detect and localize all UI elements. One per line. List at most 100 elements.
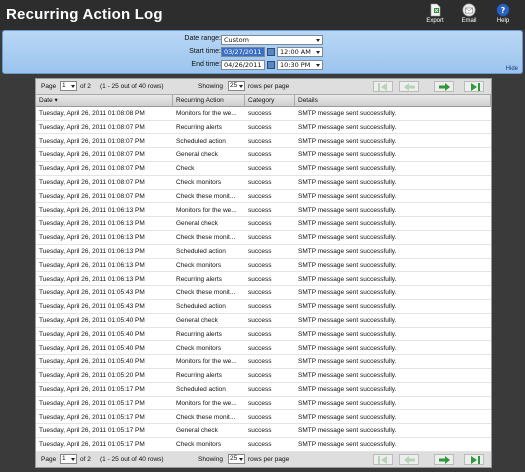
calendar-icon[interactable] bbox=[267, 48, 275, 56]
page-label: Page bbox=[41, 456, 57, 463]
cell-recurring-action: Check monitors bbox=[176, 261, 222, 269]
rows-per-page-label: rows per page bbox=[248, 456, 290, 463]
table-row[interactable]: Tuesday, April 26, 2011 01:05:17 PM Sched… bbox=[36, 383, 491, 397]
table-row[interactable]: Tuesday, April 26, 2011 01:05:17 PM Gener… bbox=[36, 424, 491, 438]
cell-category: success bbox=[248, 220, 272, 228]
hide-filters-link[interactable]: Hide bbox=[506, 66, 518, 72]
last-page-button[interactable] bbox=[464, 454, 484, 465]
cell-details: SMTP message sent successfully. bbox=[298, 330, 397, 338]
cell-recurring-action: Check these monit... bbox=[176, 289, 236, 297]
table-row[interactable]: Tuesday, April 26, 2011 01:05:40 PM Gener… bbox=[36, 314, 491, 328]
table-row[interactable]: Tuesday, April 26, 2011 01:05:17 PM Check… bbox=[36, 411, 491, 425]
table-body: Tuesday, April 26, 2011 01:08:08 PM Monit… bbox=[36, 107, 491, 452]
end-time-label: End time: bbox=[191, 61, 221, 68]
cell-category: success bbox=[248, 399, 272, 407]
cell-category: success bbox=[248, 427, 272, 435]
first-page-button[interactable] bbox=[373, 81, 393, 92]
table-row[interactable]: Tuesday, April 26, 2011 01:06:13 PM Sched… bbox=[36, 245, 491, 259]
rows-per-page-select[interactable]: 25 bbox=[228, 81, 245, 91]
email-icon bbox=[462, 3, 476, 17]
cell-recurring-action: General check bbox=[176, 317, 218, 324]
table-row[interactable]: Tuesday, April 26, 2011 01:06:13 PM Recur… bbox=[36, 273, 491, 287]
cell-date: Tuesday, April 26, 2011 01:05:20 PM bbox=[39, 372, 145, 380]
cell-date: Tuesday, April 26, 2011 01:08:07 PM bbox=[39, 123, 145, 131]
cell-category: success bbox=[248, 110, 272, 117]
cell-category: success bbox=[248, 344, 272, 352]
table-row[interactable]: Tuesday, April 26, 2011 01:08:07 PM Check… bbox=[36, 176, 491, 190]
last-page-button[interactable] bbox=[464, 81, 484, 92]
cell-category: success bbox=[248, 441, 272, 449]
help-label: Help bbox=[496, 18, 510, 24]
column-header-details[interactable]: Details bbox=[295, 95, 491, 107]
cell-recurring-action: Check these monit... bbox=[176, 234, 236, 242]
cell-details: SMTP message sent successfully. bbox=[298, 317, 397, 324]
first-page-icon bbox=[378, 456, 387, 464]
table-row[interactable]: Tuesday, April 26, 2011 01:08:07 PM Check… bbox=[36, 190, 491, 204]
chevron-down-icon bbox=[316, 51, 320, 54]
last-page-icon bbox=[471, 83, 480, 91]
table-row[interactable]: Tuesday, April 26, 2011 01:08:07 PM Gener… bbox=[36, 148, 491, 162]
column-header-recurring-action[interactable]: Recurring Action bbox=[173, 95, 245, 107]
next-page-icon bbox=[439, 456, 450, 464]
email-button[interactable]: Email bbox=[454, 3, 484, 29]
cell-recurring-action: Recurring alerts bbox=[176, 330, 222, 338]
date-range-select[interactable]: Custom bbox=[221, 35, 323, 45]
table-row[interactable]: Tuesday, April 26, 2011 01:05:43 PM Sched… bbox=[36, 300, 491, 314]
help-button[interactable]: ? Help bbox=[488, 3, 518, 29]
page-title: Recurring Action Log bbox=[6, 6, 163, 23]
cell-recurring-action: Check these monit... bbox=[176, 413, 236, 421]
column-header-category[interactable]: Category bbox=[245, 95, 295, 107]
cell-recurring-action: Recurring alerts bbox=[176, 372, 222, 380]
export-button[interactable]: Export bbox=[420, 3, 450, 29]
table-row[interactable]: Tuesday, April 26, 2011 01:05:40 PM Check… bbox=[36, 342, 491, 356]
rows-per-page-select[interactable]: 25 bbox=[228, 454, 245, 464]
next-page-button[interactable] bbox=[434, 81, 454, 92]
end-time-select[interactable]: 10:30 PM bbox=[277, 60, 323, 70]
page-value: 1 bbox=[62, 82, 66, 89]
table-row[interactable]: Tuesday, April 26, 2011 01:08:07 PM Recur… bbox=[36, 121, 491, 135]
pager-top: Page 1 of 2 (1 - 25 out of 40 rows) Show… bbox=[36, 79, 491, 94]
export-icon bbox=[430, 3, 441, 17]
start-time-select[interactable]: 12:00 AM bbox=[277, 47, 323, 57]
cell-date: Tuesday, April 26, 2011 01:08:07 PM bbox=[39, 151, 145, 159]
table-row[interactable]: Tuesday, April 26, 2011 01:05:20 PM Recur… bbox=[36, 369, 491, 383]
chevron-down-icon bbox=[316, 39, 320, 42]
calendar-icon[interactable] bbox=[267, 61, 275, 69]
cell-recurring-action: Check these monit... bbox=[176, 192, 236, 200]
cell-category: success bbox=[248, 289, 272, 297]
table-row[interactable]: Tuesday, April 26, 2011 01:05:43 PM Check… bbox=[36, 286, 491, 300]
cell-details: SMTP message sent successfully. bbox=[298, 179, 397, 186]
showing-label: Showing bbox=[198, 83, 223, 90]
rows-per-page-label: rows per page bbox=[248, 83, 290, 90]
table-row[interactable]: Tuesday, April 26, 2011 01:05:40 PM Recur… bbox=[36, 328, 491, 342]
table-row[interactable]: Tuesday, April 26, 2011 01:05:40 PM Monit… bbox=[36, 355, 491, 369]
cell-category: success bbox=[248, 372, 272, 380]
filter-panel: Date range: Custom Start time: 03/27/201… bbox=[2, 30, 523, 74]
cell-recurring-action: Monitors for the we... bbox=[176, 358, 237, 366]
table-row[interactable]: Tuesday, April 26, 2011 01:05:17 PM Check… bbox=[36, 438, 491, 452]
table-row[interactable]: Tuesday, April 26, 2011 01:06:13 PM Check… bbox=[36, 259, 491, 273]
next-page-button[interactable] bbox=[434, 454, 454, 465]
chevron-down-icon bbox=[239, 85, 243, 88]
page-select[interactable]: 1 bbox=[60, 81, 77, 91]
cell-category: success bbox=[248, 192, 272, 200]
start-date-input[interactable]: 03/27/2011 bbox=[221, 47, 265, 57]
cell-category: success bbox=[248, 248, 272, 255]
email-label: Email bbox=[461, 18, 477, 24]
table-row[interactable]: Tuesday, April 26, 2011 01:08:07 PM Check… bbox=[36, 162, 491, 176]
table-row[interactable]: Tuesday, April 26, 2011 01:08:08 PM Monit… bbox=[36, 107, 491, 121]
column-header-date[interactable]: Date ▾ bbox=[36, 95, 173, 107]
table-row[interactable]: Tuesday, April 26, 2011 01:06:13 PM Monit… bbox=[36, 204, 491, 218]
prev-page-button[interactable] bbox=[399, 454, 419, 465]
page-select[interactable]: 1 bbox=[60, 454, 77, 464]
table-row[interactable]: Tuesday, April 26, 2011 01:06:13 PM Check… bbox=[36, 231, 491, 245]
chevron-down-icon bbox=[71, 85, 75, 88]
end-date-input[interactable]: 04/26/2011 bbox=[221, 60, 265, 70]
cell-date: Tuesday, April 26, 2011 01:05:43 PM bbox=[39, 289, 145, 297]
table-row[interactable]: Tuesday, April 26, 2011 01:05:17 PM Monit… bbox=[36, 397, 491, 411]
table-row[interactable]: Tuesday, April 26, 2011 01:06:13 PM Gener… bbox=[36, 217, 491, 231]
prev-page-button[interactable] bbox=[399, 81, 419, 92]
cell-details: SMTP message sent successfully. bbox=[298, 220, 397, 228]
table-row[interactable]: Tuesday, April 26, 2011 01:08:07 PM Sched… bbox=[36, 135, 491, 149]
first-page-button[interactable] bbox=[373, 454, 393, 465]
